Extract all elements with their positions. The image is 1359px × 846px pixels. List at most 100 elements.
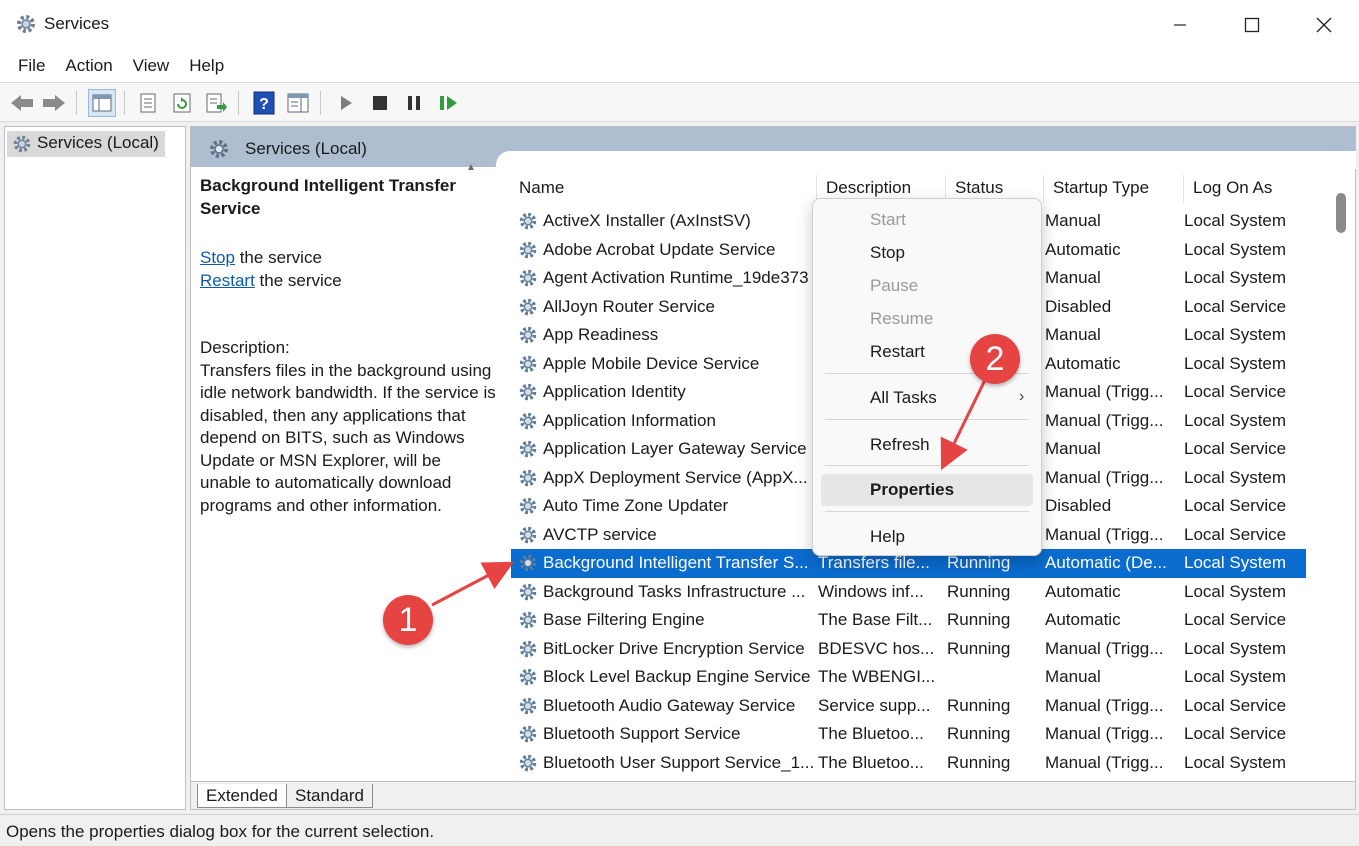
service-status: Running: [947, 638, 1011, 658]
show-hide-action-pane-icon[interactable]: [284, 89, 312, 117]
context-menu-resume[interactable]: Resume: [821, 303, 1033, 335]
restart-service-link[interactable]: Restart: [200, 271, 255, 290]
menu-file[interactable]: File: [8, 50, 55, 82]
service-startup: Manual: [1045, 211, 1101, 230]
services-panel: Services (Local) Background Intelligent …: [190, 126, 1356, 810]
show-hide-console-tree-icon[interactable]: [88, 89, 116, 117]
service-logon: Local Service: [1184, 296, 1287, 316]
close-button[interactable]: [1288, 0, 1359, 50]
service-name: App Readiness: [543, 325, 659, 344]
scrollbar-thumb[interactable]: [1336, 193, 1346, 233]
service-startup: Manual (Trigg...: [1045, 638, 1164, 658]
service-logon: Local Service: [1184, 610, 1287, 629]
refresh-icon[interactable]: [168, 89, 196, 117]
service-logon: Local System: [1184, 239, 1287, 259]
table-row[interactable]: Bluetooth Support Service The Bluetoo... R…: [511, 720, 1306, 749]
context-menu-stop[interactable]: Stop: [821, 237, 1033, 269]
description-label: Description:: [200, 338, 290, 357]
service-logon: Local Service: [1184, 695, 1287, 715]
service-description: Windows inf...: [818, 581, 924, 601]
service-gear-icon: [517, 638, 539, 665]
restart-service-icon[interactable]: [434, 89, 462, 117]
service-startup: Manual: [1045, 439, 1101, 458]
service-logon: Local Service: [1184, 724, 1287, 743]
help-icon[interactable]: ?: [250, 89, 278, 117]
export-list-icon[interactable]: [202, 89, 230, 117]
table-row[interactable]: Background Tasks Infrastructure ... Windo…: [511, 578, 1306, 607]
table-row[interactable]: Bluetooth Audio Gateway Service Service s…: [511, 692, 1306, 721]
table-row[interactable]: Base Filtering Engine The Base Filt... Run…: [511, 606, 1306, 635]
service-name: Background Intelligent Transfer S...: [543, 553, 809, 572]
step-badge-2: 2: [970, 334, 1020, 384]
services-gear-icon: [13, 135, 31, 153]
service-startup: Manual: [1045, 667, 1101, 686]
menu-view[interactable]: View: [123, 50, 180, 82]
submenu-chevron-icon: ›: [1019, 388, 1025, 405]
service-startup: Automatic: [1045, 581, 1121, 601]
table-row[interactable]: Block Level Backup Engine Service The WBE…: [511, 663, 1306, 692]
services-gear-icon: [207, 137, 231, 166]
context-menu-refresh[interactable]: Refresh: [821, 429, 1033, 461]
service-logon: Local System: [1184, 410, 1287, 430]
tree-node-label: Services (Local): [37, 133, 159, 152]
tree-node-services-local[interactable]: Services (Local): [7, 131, 165, 157]
start-service-icon[interactable]: [332, 89, 360, 117]
service-logon: Local System: [1184, 211, 1287, 230]
context-menu-properties[interactable]: Properties: [821, 474, 1033, 506]
pause-service-icon[interactable]: [400, 89, 428, 117]
menu-action[interactable]: Action: [55, 50, 122, 82]
tab-extended[interactable]: Extended: [197, 784, 287, 808]
service-startup: Manual (Trigg...: [1045, 382, 1164, 401]
forward-icon[interactable]: [40, 89, 68, 117]
service-gear-icon: [517, 524, 539, 551]
all-tasks-label: All Tasks: [870, 388, 937, 407]
service-name: ActiveX Installer (AxInstSV): [543, 211, 751, 230]
context-menu-help[interactable]: Help: [821, 521, 1033, 553]
column-header-startup-type[interactable]: Startup Type: [1045, 175, 1184, 203]
description-text: Transfers files in the background using …: [200, 360, 496, 515]
service-name: Application Identity: [543, 382, 686, 401]
service-name: Block Level Backup Engine Service: [543, 667, 811, 686]
context-menu-start[interactable]: Start: [821, 204, 1033, 236]
service-gear-icon: [517, 438, 539, 465]
column-header-log-on-as[interactable]: Log On As: [1185, 175, 1295, 203]
service-name: Auto Time Zone Updater: [543, 496, 729, 515]
menu-bar: File Action View Help: [0, 50, 1359, 82]
table-row[interactable]: BitLocker Drive Encryption Service BDESVC…: [511, 635, 1306, 664]
minimize-button[interactable]: [1144, 0, 1216, 50]
menu-help[interactable]: Help: [179, 50, 234, 82]
service-name: Bluetooth Support Service: [543, 724, 741, 743]
service-description: The Base Filt...: [818, 610, 933, 629]
panel-header: Services (Local): [191, 127, 1356, 169]
service-gear-icon: [517, 666, 539, 693]
service-logon: Local Service: [1184, 524, 1287, 544]
properties-sheet-icon[interactable]: [134, 89, 162, 117]
service-logon: Local System: [1184, 467, 1287, 487]
column-header-name[interactable]: Name: [511, 175, 817, 203]
context-menu-all-tasks[interactable]: All Tasks ›: [821, 382, 1033, 414]
service-name: AllJoyn Router Service: [543, 296, 715, 316]
panel-title: Services (Local): [245, 139, 367, 158]
tab-standard[interactable]: Standard: [287, 784, 373, 808]
maximize-button[interactable]: [1216, 0, 1288, 50]
service-gear-icon: [517, 239, 539, 266]
stop-service-link[interactable]: Stop: [200, 248, 235, 267]
service-logon: Local System: [1184, 667, 1287, 686]
service-startup: Automatic: [1045, 353, 1121, 373]
service-status: Running: [947, 752, 1011, 772]
vertical-scrollbar[interactable]: [1329, 167, 1355, 781]
service-description: The Bluetoo...: [818, 724, 924, 743]
title-bar: Services: [0, 0, 1359, 50]
service-name: Apple Mobile Device Service: [543, 353, 760, 373]
service-status: Running: [947, 553, 1011, 572]
table-row[interactable]: Bluetooth User Support Service_1... The B…: [511, 749, 1306, 776]
step-badge-1: 1: [383, 595, 433, 645]
back-icon[interactable]: [8, 89, 36, 117]
service-description: BDESVC hos...: [818, 638, 935, 658]
service-startup: Manual (Trigg...: [1045, 724, 1164, 743]
service-name: Base Filtering Engine: [543, 610, 705, 629]
stop-service-icon[interactable]: [366, 89, 394, 117]
service-name: BitLocker Drive Encryption Service: [543, 638, 805, 658]
service-logon: Local System: [1184, 353, 1287, 373]
context-menu-pause[interactable]: Pause: [821, 270, 1033, 302]
